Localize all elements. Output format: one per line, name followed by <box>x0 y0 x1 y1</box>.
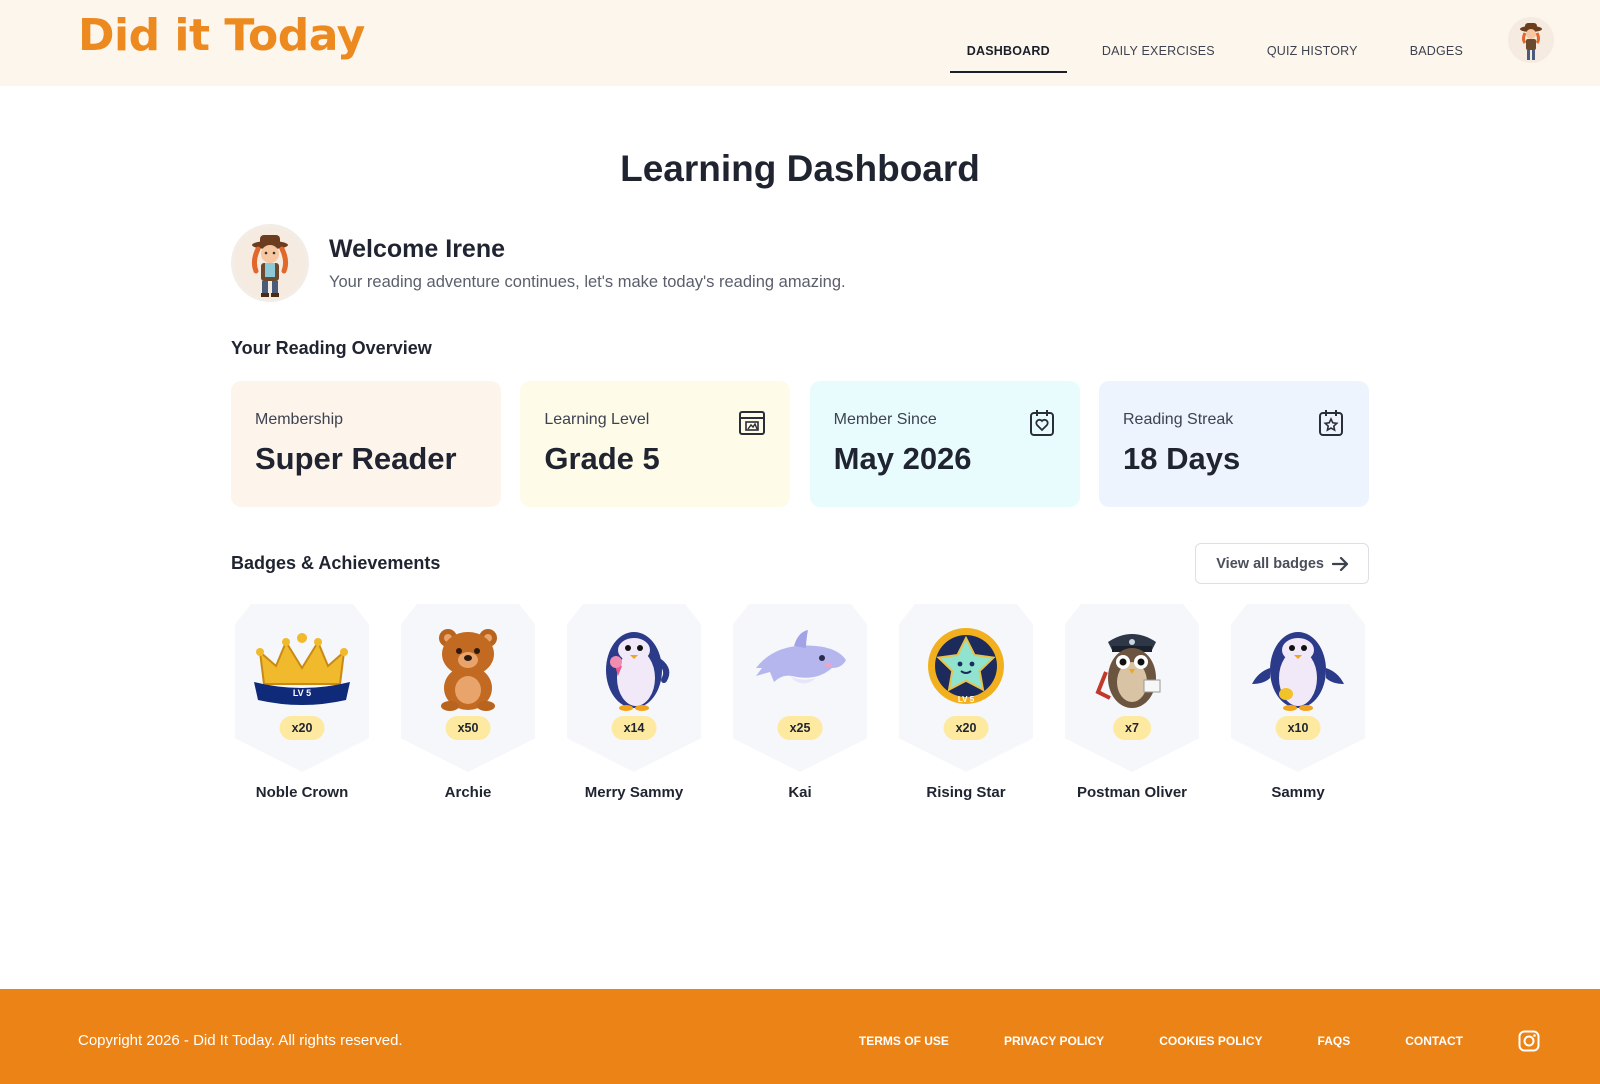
badge-name: Archie <box>444 784 492 801</box>
nav-daily-exercises[interactable]: DAILY EXERCISES <box>1085 13 1232 73</box>
badge-count: x14 <box>611 716 657 740</box>
badge-count: x25 <box>777 716 823 740</box>
card-label: Learning Level <box>544 411 650 428</box>
card-label: Membership <box>255 411 344 428</box>
card-label: Reading Streak <box>1122 411 1234 428</box>
penguin-icecream-icon <box>606 632 670 711</box>
picture-calendar-icon <box>739 411 766 435</box>
badge-card: x50 <box>401 604 535 772</box>
page-title: Learning Dashboard <box>620 148 980 189</box>
welcome-avatar <box>231 224 309 302</box>
view-all-badges-button[interactable]: View all badges <box>1195 543 1369 584</box>
footer-link-terms[interactable]: TERMS OF USE <box>859 1034 949 1048</box>
star-level-label: LV 5 <box>958 695 975 704</box>
logo[interactable]: Did it Today <box>78 10 365 61</box>
nav-quiz-history[interactable]: QUIZ HISTORY <box>1250 13 1375 73</box>
badges-title: Badges & Achievements <box>231 553 441 573</box>
nav-badges[interactable]: BADGES <box>1393 13 1480 73</box>
main-nav: DASHBOARD DAILY EXERCISES QUIZ HISTORY B… <box>932 0 1480 86</box>
badge-count: x20 <box>279 716 325 740</box>
badge-name: Postman Oliver <box>1076 784 1188 801</box>
card-member-since: Member Since May 2026 <box>809 381 1080 507</box>
badge-card: LV 5 x20 <box>235 604 369 772</box>
badge-card: x10 <box>1231 604 1365 772</box>
badge-name: Kai <box>788 784 812 801</box>
card-membership: Membership Super Reader <box>231 381 501 507</box>
badge-name: Sammy <box>1271 784 1325 801</box>
badges-list: LV 5 x20 Noble Crown x50 Archie x14 Merr… <box>231 604 1369 801</box>
card-value: May 2026 <box>833 441 972 476</box>
badges-header: Badges & Achievements View all badges <box>231 543 1369 584</box>
badge-archie[interactable]: x50 Archie <box>401 604 535 801</box>
badge-sammy[interactable]: x10 Sammy <box>1231 604 1365 801</box>
card-value: 18 Days <box>1122 441 1241 476</box>
footer-link-faqs[interactable]: FAQS <box>1318 1034 1351 1048</box>
badge-name: Noble Crown <box>255 784 349 801</box>
footer-links: TERMS OF USE PRIVACY POLICY COOKIES POLI… <box>804 1034 1463 1048</box>
footer-link-privacy[interactable]: PRIVACY POLICY <box>1004 1034 1104 1048</box>
badge-name: Merry Sammy <box>584 784 684 801</box>
footer: Copyright 2026 - Did It Today. All right… <box>0 989 1600 1084</box>
instagram-icon[interactable] <box>1518 1030 1540 1052</box>
badge-card: x25 <box>733 604 867 772</box>
badge-name: Rising Star <box>926 784 1006 801</box>
copyright-text: Copyright 2026 - Did It Today. All right… <box>78 1032 403 1049</box>
badge-card: x14 <box>567 604 701 772</box>
penguin-icon <box>1252 632 1344 711</box>
nav-dashboard[interactable]: DASHBOARD <box>949 13 1067 73</box>
heart-calendar-icon <box>1029 410 1054 436</box>
card-reading-streak: Reading Streak 18 Days <box>1098 381 1369 507</box>
card-learning-level: Learning Level Grade 5 <box>520 381 791 507</box>
badge-rising-star[interactable]: LV 5 x20 Rising Star <box>899 604 1033 801</box>
star-calendar-icon <box>1318 410 1343 436</box>
dolphin-icon <box>756 630 846 684</box>
badge-postman-oliver[interactable]: x7 Postman Oliver <box>1065 604 1199 801</box>
overview-title: Your Reading Overview <box>231 338 432 358</box>
footer-link-cookies[interactable]: COOKIES POLICY <box>1159 1034 1262 1048</box>
crown-level-label: LV 5 <box>293 688 311 698</box>
badge-card: LV 5 x20 <box>899 604 1033 772</box>
card-label: Member Since <box>833 411 937 428</box>
card-value: Super Reader <box>255 441 457 476</box>
badge-card: x7 <box>1065 604 1199 772</box>
card-value: Grade 5 <box>544 441 660 476</box>
owl-postman-icon <box>1095 634 1161 708</box>
welcome-section: Welcome Irene Your reading adventure con… <box>231 222 1369 304</box>
badge-count: x10 <box>1275 716 1321 740</box>
top-header: Did it Today DASHBOARD DAILY EXERCISES Q… <box>0 0 1600 86</box>
badge-kai[interactable]: x25 Kai <box>733 604 867 801</box>
badge-count: x7 <box>1113 716 1151 740</box>
welcome-title: Welcome Irene <box>329 234 506 263</box>
main-content: Learning Dashboard Welcome Irene Your re… <box>231 86 1369 801</box>
crown-icon: LV 5 <box>254 633 350 705</box>
footer-link-contact[interactable]: CONTACT <box>1405 1034 1463 1048</box>
overview-cards: Membership Super Reader Learning Level G… <box>231 381 1369 507</box>
view-all-label: View all badges <box>1216 555 1324 572</box>
star-icon: LV 5 <box>928 628 1004 704</box>
badge-count: x50 <box>445 716 491 740</box>
arrow-right-icon <box>1332 556 1349 571</box>
bear-icon <box>439 629 497 711</box>
badge-merry-sammy[interactable]: x14 Merry Sammy <box>567 604 701 801</box>
badge-count: x20 <box>943 716 989 740</box>
user-avatar[interactable] <box>1508 17 1554 63</box>
badge-noble-crown[interactable]: LV 5 x20 Noble Crown <box>235 604 369 801</box>
welcome-subtitle: Your reading adventure continues, let's … <box>329 272 846 291</box>
